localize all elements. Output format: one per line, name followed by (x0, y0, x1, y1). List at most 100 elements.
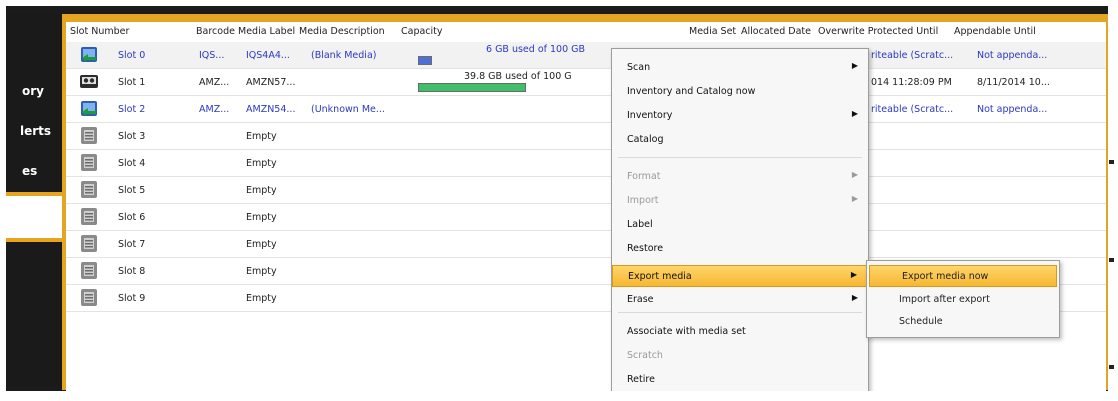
barcode-cell: AMZ... (199, 77, 230, 88)
menu-item-associate-with-media-set[interactable]: Associate with media set (612, 321, 868, 343)
menu-item-label: Inventory (627, 110, 673, 121)
empty-slot-icon (81, 127, 97, 144)
menu-item-inventory[interactable]: Inventory ▶ (612, 105, 868, 127)
nav-item-inventory[interactable]: ory (22, 84, 44, 98)
menu-item-retire[interactable]: Retire (612, 369, 868, 391)
menu-item-erase[interactable]: Erase ▶ (612, 289, 868, 311)
export-media-submenu: Export media now Import after export Sched… (866, 260, 1060, 338)
menu-item-inventory-and-catalog-now[interactable]: Inventory and Catalog now (612, 81, 868, 103)
column-header-allocated-date[interactable]: Allocated Date (741, 26, 811, 37)
overwrite-protected-cell: 014 11:28:09 PM (871, 77, 952, 88)
appendable-until-cell: Not appenda... (977, 50, 1048, 61)
column-header-appendable-until[interactable]: Appendable Until (954, 26, 1036, 37)
menu-item-label: Scratch (627, 350, 663, 361)
grid-header: Slot Number Barcode Media Label Media De… (66, 22, 1106, 43)
empty-slot-icon (81, 235, 97, 252)
media-label-cell: Empty (246, 185, 277, 196)
submenu-item-export-media-now[interactable]: Export media now (869, 265, 1057, 287)
menu-item-label: Label (627, 219, 653, 230)
table-row[interactable]: Slot 1 AMZ... AMZN57... 39.8 GB used of 100… (66, 69, 1106, 96)
menu-item-export-media[interactable]: Export media ▶ (612, 265, 868, 287)
media-label-cell: IQS4A4... (246, 50, 290, 61)
submenu-item-label: Export media now (902, 271, 989, 282)
nav-item-alerts[interactable]: lerts (20, 124, 51, 138)
media-description-cell: (Blank Media) (311, 50, 377, 61)
slot-number-cell: Slot 9 (118, 293, 146, 304)
submenu-item-label: Import after export (899, 294, 990, 305)
column-header-slot-number[interactable]: Slot Number (70, 26, 129, 37)
submenu-arrow-icon: ▶ (851, 293, 858, 302)
menu-item-label: Export media (628, 271, 692, 282)
column-header-capacity[interactable]: Capacity (401, 26, 443, 37)
menu-item-label: Inventory and Catalog now (627, 86, 756, 97)
nav-item-devices[interactable]: es (22, 164, 37, 178)
column-header-media-label[interactable]: Media Label (238, 26, 295, 37)
submenu-item-label: Schedule (899, 316, 943, 327)
empty-slot-icon (81, 262, 97, 279)
media-label-cell: AMZN57... (246, 77, 296, 88)
submenu-item-import-after-export[interactable]: Import after export (867, 289, 1059, 311)
table-row[interactable]: Slot 0 IQS... IQS4A4... (Blank Media) 6 GB u… (66, 42, 1106, 69)
submenu-arrow-icon: ▶ (850, 270, 857, 279)
capacity-progress-bar (418, 56, 432, 65)
appendable-until-cell: Not appenda... (977, 104, 1048, 115)
column-header-barcode[interactable]: Barcode (196, 26, 235, 37)
empty-slot-icon (81, 154, 97, 171)
slot-number-cell: Slot 8 (118, 266, 146, 277)
column-header-media-set[interactable]: Media Set (689, 26, 736, 37)
empty-slot-icon (81, 181, 97, 198)
menu-item-label: Associate with media set (627, 326, 746, 337)
capacity-text: 6 GB used of 100 GB (486, 44, 586, 55)
slot-number-cell: Slot 0 (118, 50, 146, 61)
menu-item-label: Erase (627, 294, 654, 305)
overwrite-protected-cell: riteable (Scratc... (871, 104, 954, 115)
menu-item-label: Import (627, 195, 659, 206)
overwrite-protected-cell: riteable (Scratc... (871, 50, 954, 61)
menu-item-catalog[interactable]: Catalog (612, 129, 868, 151)
capacity-progress-fill (419, 57, 431, 64)
media-label-cell: Empty (246, 131, 277, 142)
edge-mark (1109, 160, 1114, 164)
menu-item-label: Catalog (627, 134, 664, 145)
submenu-item-schedule[interactable]: Schedule (867, 311, 1059, 333)
submenu-arrow-icon: ▶ (851, 170, 858, 179)
media-label-cell: Empty (246, 158, 277, 169)
menu-item-label: Format (627, 171, 661, 182)
menu-separator (618, 312, 862, 313)
table-row[interactable]: Slot 4 Empty (66, 150, 1106, 177)
media-label-cell: Empty (246, 239, 277, 250)
menu-item-scan[interactable]: Scan ▶ (612, 57, 868, 79)
menu-item-label: Restore (627, 243, 664, 254)
media-label-cell: Empty (246, 212, 277, 223)
media-label-cell: Empty (246, 293, 277, 304)
column-header-media-description[interactable]: Media Description (299, 26, 385, 37)
empty-slot-icon (81, 289, 97, 306)
media-label-cell: AMZN54... (246, 104, 296, 115)
menu-item-label[interactable]: Label (612, 214, 868, 236)
torn-edge-bottom (0, 391, 1118, 401)
nav-selected-panel (6, 196, 62, 238)
context-menu: Scan ▶ Inventory and Catalog now Inventory ▶… (611, 48, 869, 398)
edge-mark (1109, 258, 1114, 262)
table-row[interactable]: Slot 2 AMZ... AMZN54... (Unknown Me... ritea… (66, 96, 1106, 123)
tape-cassette-icon (80, 75, 98, 88)
menu-item-restore[interactable]: Restore (612, 238, 868, 260)
column-header-overwrite-protected-until[interactable]: Overwrite Protected Until (818, 26, 938, 37)
menu-item-scratch: Scratch (612, 345, 868, 367)
torn-edge-right (1108, 0, 1118, 401)
submenu-arrow-icon: ▶ (851, 109, 858, 118)
slot-number-cell: Slot 1 (118, 77, 146, 88)
media-label-cell: Empty (246, 266, 277, 277)
capacity-progress-bar (418, 83, 526, 92)
appendable-until-cell: 8/11/2014 10... (977, 77, 1050, 88)
slot-number-cell: Slot 6 (118, 212, 146, 223)
table-row[interactable]: Slot 7 Empty (66, 231, 1106, 258)
menu-item-label: Retire (627, 374, 655, 385)
tape-blank-icon (81, 101, 97, 116)
barcode-cell: AMZ... (199, 104, 230, 115)
table-row[interactable]: Slot 5 Empty (66, 177, 1106, 204)
submenu-arrow-icon: ▶ (851, 194, 858, 203)
table-row[interactable]: Slot 6 Empty (66, 204, 1106, 231)
media-description-cell: (Unknown Me... (311, 104, 385, 115)
table-row[interactable]: Slot 3 Empty (66, 123, 1106, 150)
